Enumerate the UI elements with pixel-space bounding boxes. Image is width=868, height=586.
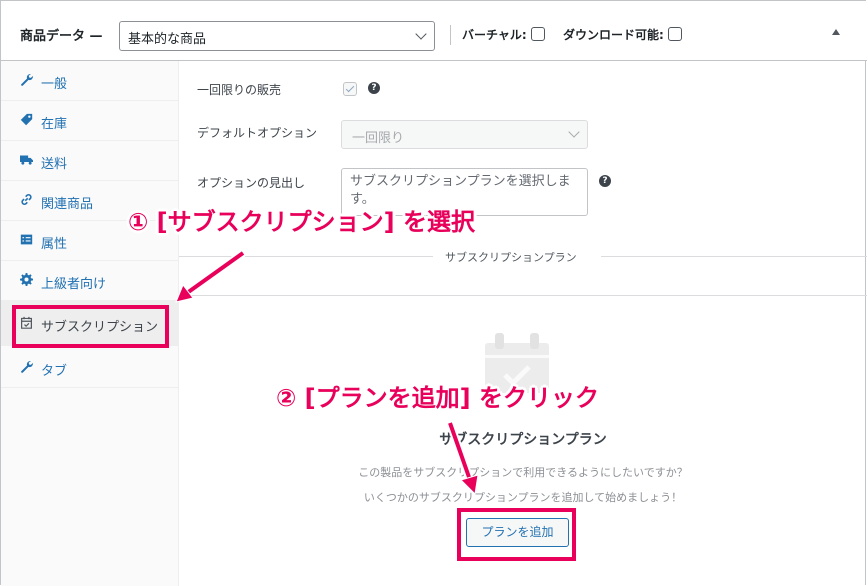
step2-callout: ② [プランを追加] をクリック (276, 384, 599, 412)
step1-callout: ① [サブスクリプション] を選択 (128, 208, 475, 236)
arrow-to-add-plan-button (446, 421, 479, 496)
arrow-to-subscription-tab (175, 249, 246, 303)
annotation-arrows (175, 249, 479, 496)
